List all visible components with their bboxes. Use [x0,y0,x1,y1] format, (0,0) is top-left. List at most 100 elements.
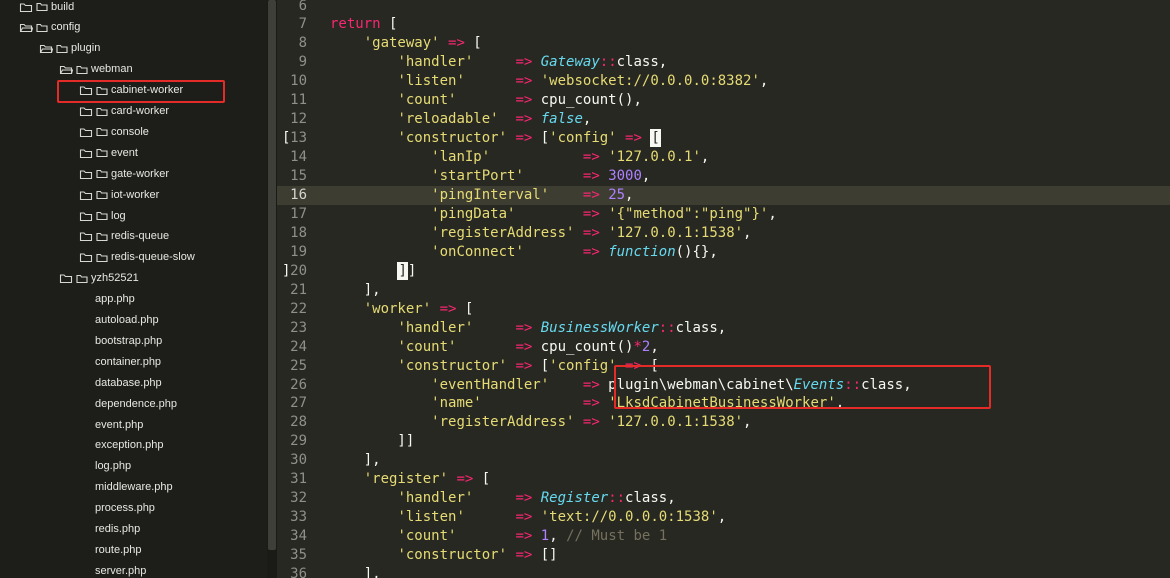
folder-open-icon[interactable] [39,43,53,54]
folder-closed-icon[interactable] [79,127,93,138]
file-item[interactable]: database.php [95,373,162,394]
code-line[interactable]: [13 'constructor' => ['config' => [ [277,129,1170,148]
folder-icon [36,23,48,33]
code-line[interactable]: ] 20 ]] [277,261,1170,281]
code-line[interactable]: 16 'pingInterval' => 25, [277,186,1170,205]
folder-item[interactable]: log [79,206,126,227]
code-line[interactable]: 19 'onConnect' => function(){}, [277,243,1170,262]
code-line[interactable]: 17 'pingData' => '{"method":"ping"}', [277,205,1170,224]
code-line[interactable]: 31 'register' => [ [277,470,1170,489]
code-token: 'constructor' [397,357,508,374]
tree-item-label: database.php [95,376,162,389]
file-item[interactable]: exception.php [95,435,164,456]
folder-item[interactable]: console [79,122,149,143]
folder-item[interactable]: card-worker [79,101,169,122]
code-token: [ [456,300,474,317]
folder-item[interactable]: gate-worker [79,164,169,185]
line-number: 29 [290,433,307,450]
code-line[interactable]: 9 'handler' => Gateway::class, [277,53,1170,72]
code-text: 'gateway' => [ [330,34,482,53]
code-line[interactable]: 6 [277,0,1170,16]
folder-closed-icon[interactable] [79,106,93,117]
code-line[interactable]: 22 'worker' => [ [277,300,1170,319]
folder-closed-icon[interactable] [79,190,93,201]
code-line[interactable]: 11 'count' => cpu_count(), [277,91,1170,110]
code-token: 'constructor' [397,130,508,147]
code-token: 'config' [549,357,617,374]
tree-item-label: plugin [71,42,101,55]
folder-item[interactable]: cabinet-worker [79,80,183,101]
file-item[interactable]: app.php [95,289,135,310]
code-editor[interactable]: 6 7 return [8 'gateway' => [9 'handler' =>… [277,0,1170,578]
sidebar-scrollbar[interactable] [267,0,277,578]
code-line[interactable]: 34 'count' => 1, // Must be 1 [277,527,1170,546]
folder-closed-icon[interactable] [79,252,93,263]
code-line[interactable]: 12 'reloadable' => false, [277,110,1170,129]
folder-closed-icon[interactable] [79,211,93,222]
tree-item-label: log [111,209,126,222]
code-line[interactable]: 35 'constructor' => [] [277,546,1170,565]
folder-closed-icon[interactable] [59,273,73,284]
code-line[interactable]: 36 ], [277,565,1170,578]
folder-closed-icon[interactable] [79,85,93,96]
folder-item[interactable]: plugin [39,38,100,59]
folder-closed-icon[interactable] [79,169,93,180]
file-item[interactable]: log.php [95,456,131,477]
code-line[interactable]: 8 'gateway' => [ [277,34,1170,53]
code-line[interactable]: 7 return [ [277,15,1170,34]
folder-item[interactable]: redis-queue [79,226,169,247]
code-line[interactable]: 32 'handler' => Register::class, [277,489,1170,508]
folder-closed-icon[interactable] [79,148,93,159]
file-item[interactable]: server.php [95,561,146,578]
folder-item[interactable]: build [19,0,74,18]
code-line[interactable]: 18 'registerAddress' => '127.0.0.1:1538'… [277,224,1170,243]
code-line[interactable]: 14 'lanIp' => '127.0.0.1', [277,148,1170,167]
folder-closed-icon[interactable] [79,231,93,242]
code-line[interactable]: 29 ]] [277,432,1170,451]
line-number: 6 [298,0,307,14]
folder-item[interactable]: iot-worker [79,185,159,206]
code-line[interactable]: 28 'registerAddress' => '127.0.0.1:1538'… [277,413,1170,432]
code-line[interactable]: 25 'constructor' => ['config' => [ [277,357,1170,376]
folder-closed-icon[interactable] [19,2,33,13]
code-line[interactable]: 24 'count' => cpu_count()*2, [277,338,1170,357]
code-text: 'handler' => Gateway::class, [330,53,667,72]
line-number: 17 [290,205,307,222]
code-line[interactable]: 21 ], [277,281,1170,300]
folder-open-icon[interactable] [19,22,33,33]
file-item[interactable]: redis.php [95,519,140,540]
folder-item[interactable]: webman [59,59,133,80]
file-item[interactable]: container.php [95,352,161,373]
code-line[interactable]: 10 'listen' => 'websocket://0.0.0.0:8382… [277,72,1170,91]
folder-item[interactable]: redis-queue-slow [79,247,195,268]
code-token: [ [650,129,661,148]
folder-open-icon[interactable] [59,64,73,75]
file-item[interactable]: process.php [95,498,155,519]
code-line[interactable]: 30 ], [277,451,1170,470]
code-line[interactable]: 33 'listen' => 'text://0.0.0.0:1538', [277,508,1170,527]
folder-item[interactable]: config [19,17,80,38]
file-item[interactable]: dependence.php [95,394,177,415]
file-item[interactable]: route.php [95,540,141,561]
file-item[interactable]: bootstrap.php [95,331,162,352]
code-line[interactable]: 23 'handler' => BusinessWorker::class, [277,319,1170,338]
sidebar-scrollbar-thumb[interactable] [268,0,276,550]
code-token: => [515,528,533,545]
code-text: 'constructor' => ['config' => [ [330,129,661,148]
file-item[interactable]: event.php [95,415,143,436]
code-line[interactable]: 15 'startPort' => 3000, [277,167,1170,186]
file-item[interactable]: middleware.php [95,477,173,498]
code-line[interactable]: 26 'eventHandler' => plugin\webman\cabin… [277,376,1170,395]
code-token: [ [532,130,550,147]
folder-item[interactable]: event [79,143,138,164]
code-line[interactable]: 27 'name' => 'LksdCabinetBusinessWorker'… [277,394,1170,413]
folder-item[interactable]: yzh52521 [59,268,139,289]
file-item[interactable]: autoload.php [95,310,159,331]
